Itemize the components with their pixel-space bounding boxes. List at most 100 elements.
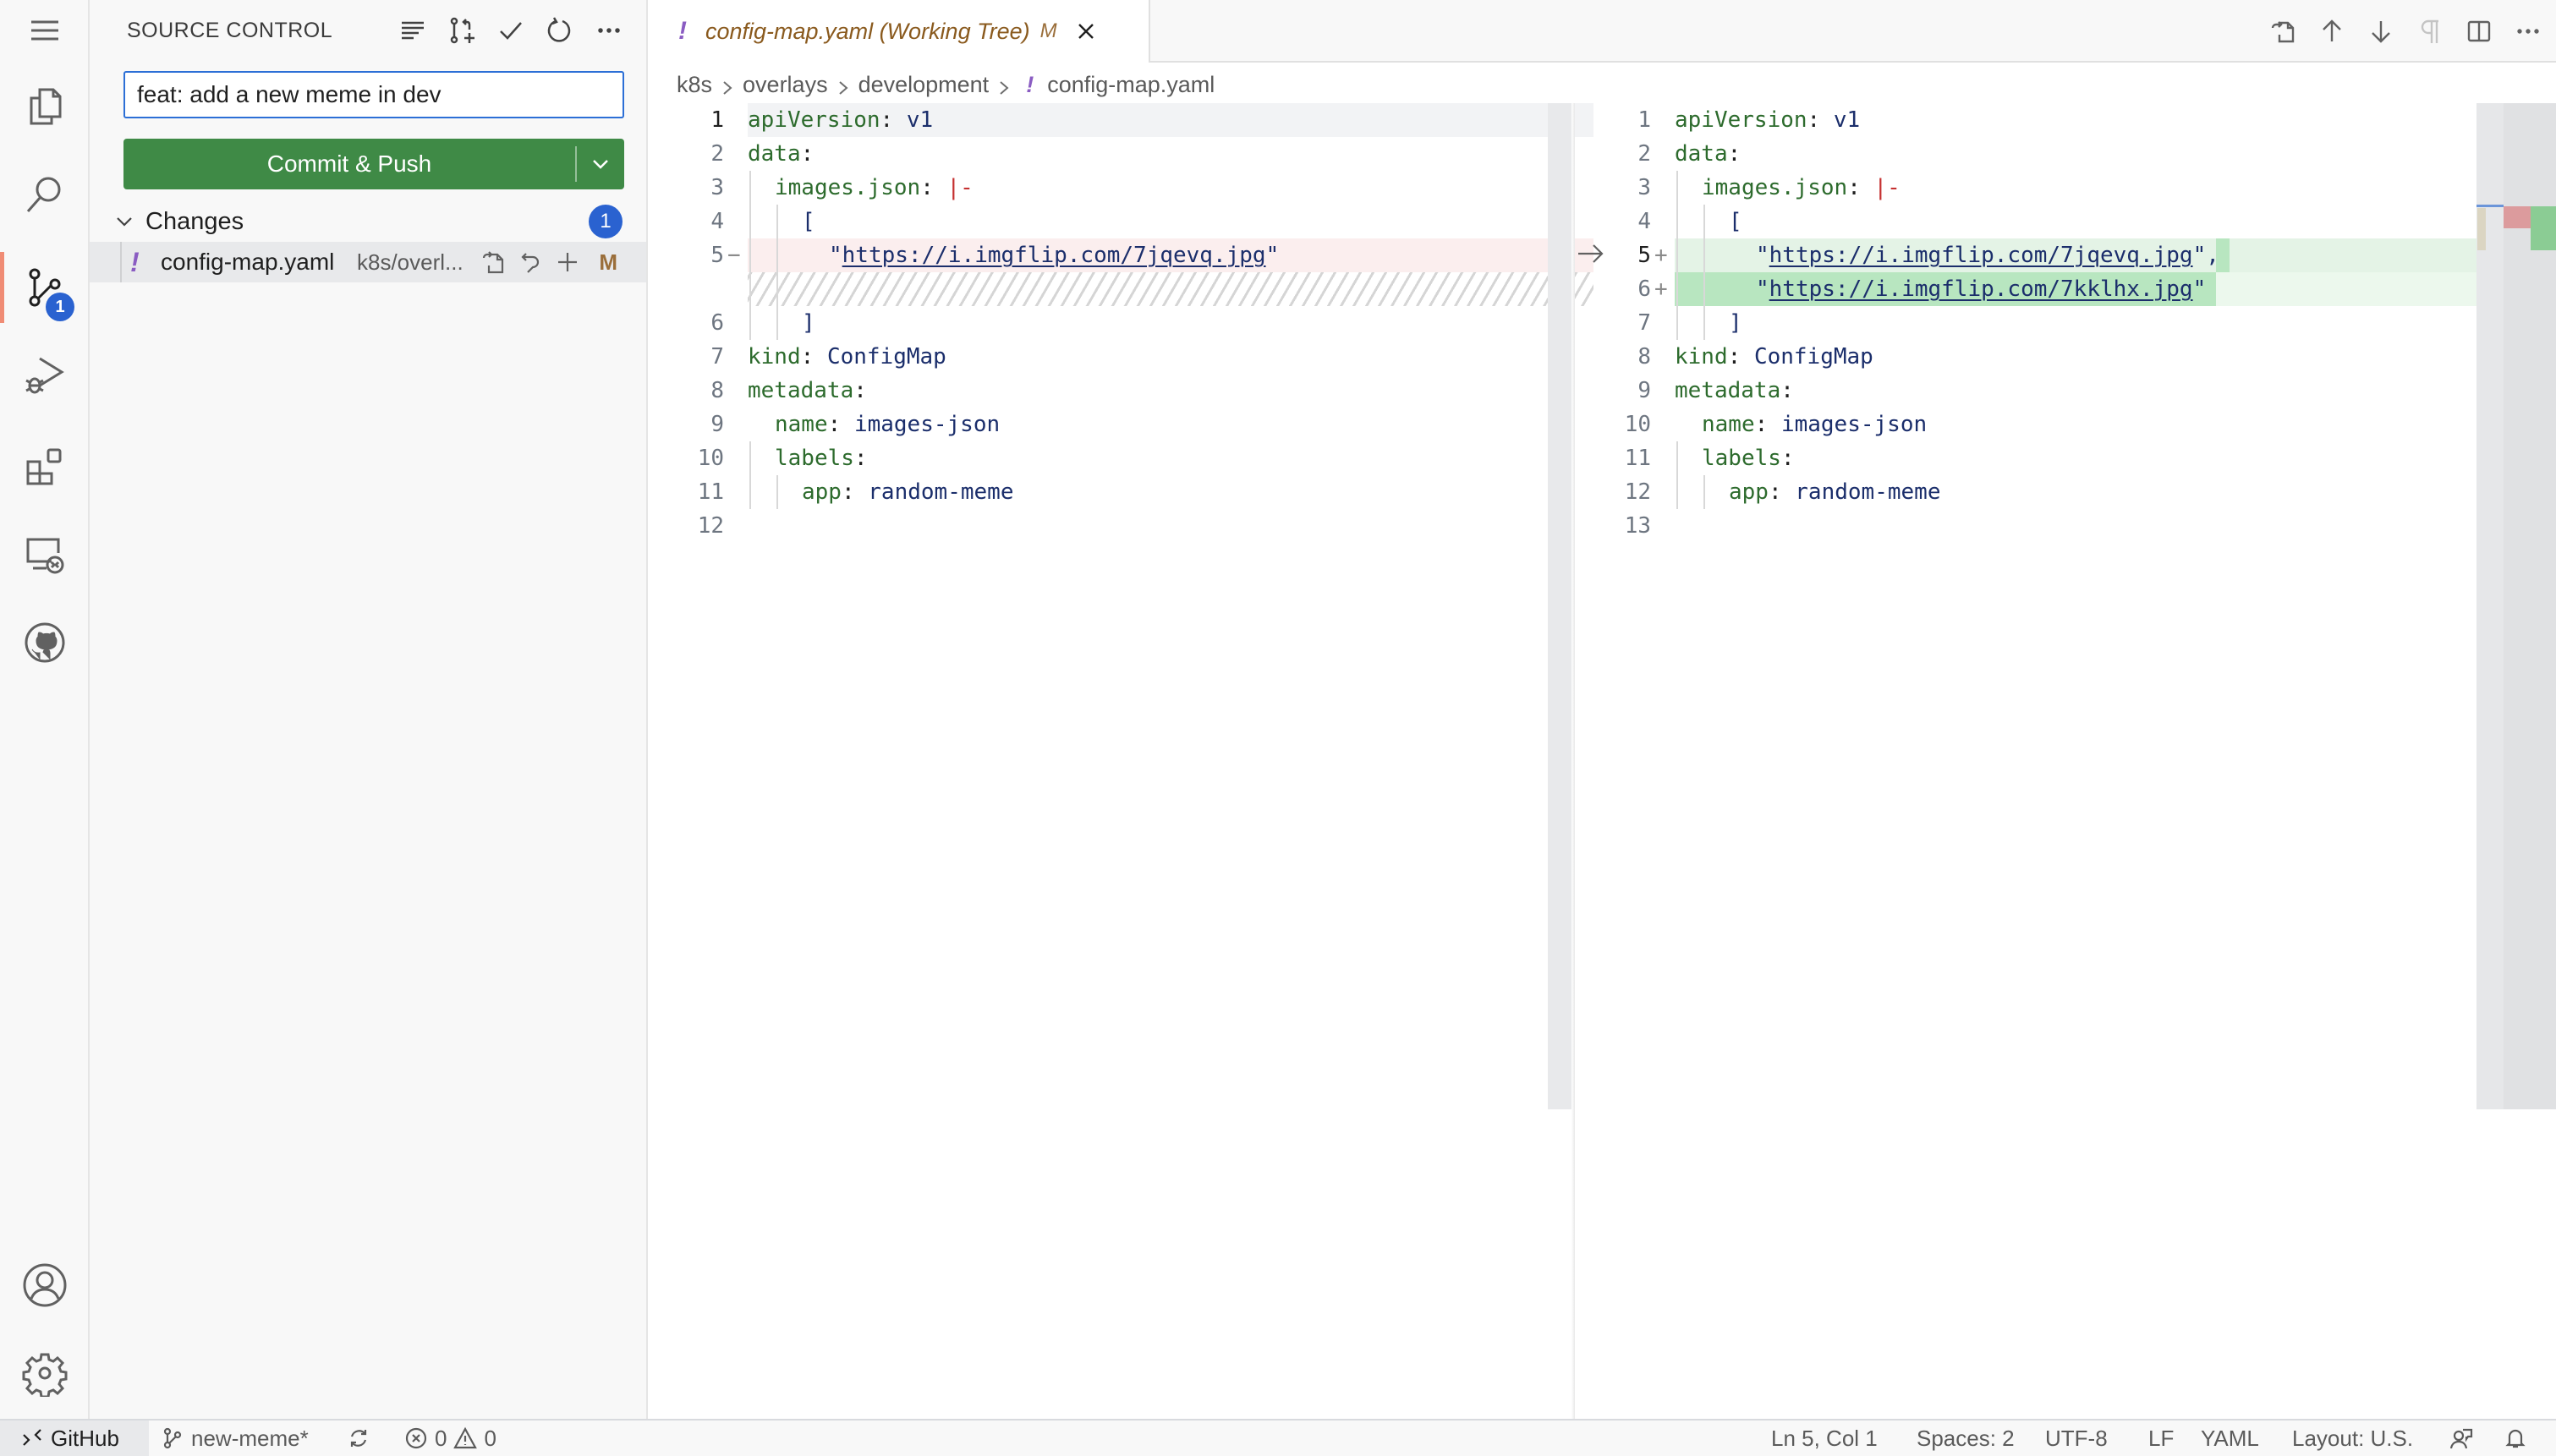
yaml-key: metadata xyxy=(1675,378,1781,403)
yaml-key: kind xyxy=(748,344,801,369)
breadcrumb-item[interactable]: overlays xyxy=(743,72,828,98)
file-path: k8s/overl... xyxy=(357,249,463,275)
activity-run-debug[interactable] xyxy=(0,333,90,418)
more-actions-button[interactable] xyxy=(590,12,628,49)
activity-explorer[interactable] xyxy=(0,64,90,149)
search-icon xyxy=(26,177,61,212)
url-link[interactable]: https://i.imgflip.com/7jqevq.jpg xyxy=(1769,243,2193,268)
line-number: 12 xyxy=(697,513,724,539)
commit-push-label: Commit & Push xyxy=(266,151,432,177)
sidebar-title: SOURCE CONTROL xyxy=(127,19,333,42)
code-line: 11 labels: xyxy=(1575,441,2556,475)
inserted-code-line: 5 + "https://i.imgflip.com/7jqevq.jpg", xyxy=(1575,238,2556,272)
discard-changes-button[interactable] xyxy=(516,248,545,276)
activity-github[interactable] xyxy=(0,600,90,685)
list-icon xyxy=(402,21,424,40)
activity-search[interactable] xyxy=(0,152,90,237)
diff-modified-pane[interactable]: 1 apiVersion: v1 2 data: 3 images.json: … xyxy=(1575,103,2556,1419)
url-link[interactable]: https://i.imgflip.com/7jqevq.jpg xyxy=(842,243,1266,268)
diff-original-pane[interactable]: 1 apiVersion: v1 2 data: 3 images.json: … xyxy=(677,103,1593,1419)
ellipsis-icon xyxy=(598,28,620,33)
feedback-button[interactable] xyxy=(2449,1420,2473,1456)
menu-button[interactable] xyxy=(0,0,90,73)
line-number: 4 xyxy=(1637,209,1651,234)
next-change-button[interactable] xyxy=(2361,12,2400,51)
stage-changes-button[interactable] xyxy=(553,248,582,276)
yaml-value: ] xyxy=(1729,310,1742,336)
changed-file-item[interactable]: ! config-map.yaml k8s/overl... M xyxy=(90,242,646,282)
activity-remote-explorer[interactable] xyxy=(0,512,90,597)
yaml-key: app xyxy=(1729,479,1769,505)
activity-bar: 1 xyxy=(0,0,90,1419)
cursor-position[interactable]: Ln 5, Col 1 xyxy=(1771,1420,1878,1456)
code-line: 2 data: xyxy=(677,137,1573,171)
line-number: 7 xyxy=(710,344,724,369)
encoding-setting[interactable]: UTF-8 xyxy=(2045,1420,2108,1456)
inserted-code-line: 6 + "https://i.imgflip.com/7kklhx.jpg" xyxy=(1575,272,2556,306)
line-number: 6 xyxy=(1637,276,1651,302)
arrow-down-icon xyxy=(2372,21,2390,43)
code-line: 4 [ xyxy=(677,205,1573,238)
breadcrumb-item[interactable]: config-map.yaml xyxy=(1047,72,1215,98)
remote-indicator[interactable]: GitHub xyxy=(0,1420,149,1456)
line-number: 2 xyxy=(1637,141,1651,167)
breadcrumb-item[interactable]: k8s xyxy=(677,72,712,98)
branch-indicator[interactable]: new-meme* xyxy=(161,1420,309,1456)
keyboard-layout[interactable]: Layout: U.S. xyxy=(2292,1420,2413,1456)
code-line: 12 xyxy=(677,509,1573,543)
line-number: 13 xyxy=(1624,513,1651,539)
commit-button[interactable] xyxy=(492,12,529,49)
split-editor-button[interactable] xyxy=(2460,12,2498,51)
account-icon xyxy=(23,1263,67,1307)
yaml-value: ConfigMap xyxy=(1753,344,1873,369)
chevron-right-icon xyxy=(721,76,734,95)
changes-group-header[interactable]: Changes 1 xyxy=(90,203,646,240)
tab-close-button[interactable] xyxy=(1072,18,1100,45)
diff-filler-region xyxy=(748,272,1593,306)
language-mode[interactable]: YAML xyxy=(2201,1420,2259,1456)
file-name: config-map.yaml xyxy=(161,249,335,275)
activity-accounts[interactable] xyxy=(0,1243,90,1327)
breadcrumb-item[interactable]: development xyxy=(858,72,990,98)
commit-dropdown-button[interactable] xyxy=(577,139,624,189)
notifications-button[interactable] xyxy=(2504,1420,2527,1456)
ellipsis-icon xyxy=(2517,29,2539,34)
indentation-setting[interactable]: Spaces: 2 xyxy=(1917,1420,2015,1456)
arrow-up-icon xyxy=(2323,19,2341,41)
eol-setting[interactable]: LF xyxy=(2148,1420,2174,1456)
error-icon xyxy=(405,1427,427,1449)
tab-config-map-working-tree[interactable]: ! config-map.yaml (Working Tree) M xyxy=(648,0,1150,63)
url-link[interactable]: https://i.imgflip.com/7kklhx.jpg xyxy=(1769,276,2193,302)
changes-label: Changes xyxy=(145,207,244,235)
yaml-key: data xyxy=(1675,141,1728,167)
line-number: 7 xyxy=(1637,310,1651,336)
create-pull-request-button[interactable] xyxy=(443,12,480,49)
view-as-tree-button[interactable] xyxy=(394,12,431,49)
chevron-right-icon xyxy=(997,76,1011,95)
warning-icon xyxy=(453,1426,478,1449)
show-whitespace-button[interactable] xyxy=(2411,12,2449,51)
previous-change-button[interactable] xyxy=(2312,12,2351,51)
line-number: 3 xyxy=(710,175,724,200)
refresh-button[interactable] xyxy=(541,12,579,49)
open-file-button[interactable] xyxy=(2263,12,2302,51)
problems-indicator[interactable]: 0 0 xyxy=(404,1420,496,1456)
sync-button[interactable] xyxy=(347,1420,370,1456)
line-number: 9 xyxy=(1637,378,1651,403)
yaml-block-indicator: |- xyxy=(1873,175,1901,200)
yaml-value: [ xyxy=(802,209,815,234)
editor-tabs: ! config-map.yaml (Working Tree) M xyxy=(648,0,2556,63)
editor-more-actions-button[interactable] xyxy=(2509,12,2548,51)
line-number: 1 xyxy=(710,107,724,133)
activity-manage[interactable] xyxy=(0,1331,90,1415)
code-line: 13 xyxy=(1575,509,2556,543)
code-line: 9 name: images-json xyxy=(677,408,1573,441)
open-file-button[interactable] xyxy=(479,248,507,276)
commit-message-input[interactable] xyxy=(123,71,624,118)
yaml-key: images.json xyxy=(1702,175,1848,200)
commit-push-button[interactable]: Commit & Push xyxy=(123,139,624,189)
activity-extensions[interactable] xyxy=(0,423,90,507)
activity-source-control[interactable]: 1 xyxy=(0,245,90,330)
refresh-icon xyxy=(547,17,571,42)
code-line: 7 kind: ConfigMap xyxy=(677,340,1573,374)
